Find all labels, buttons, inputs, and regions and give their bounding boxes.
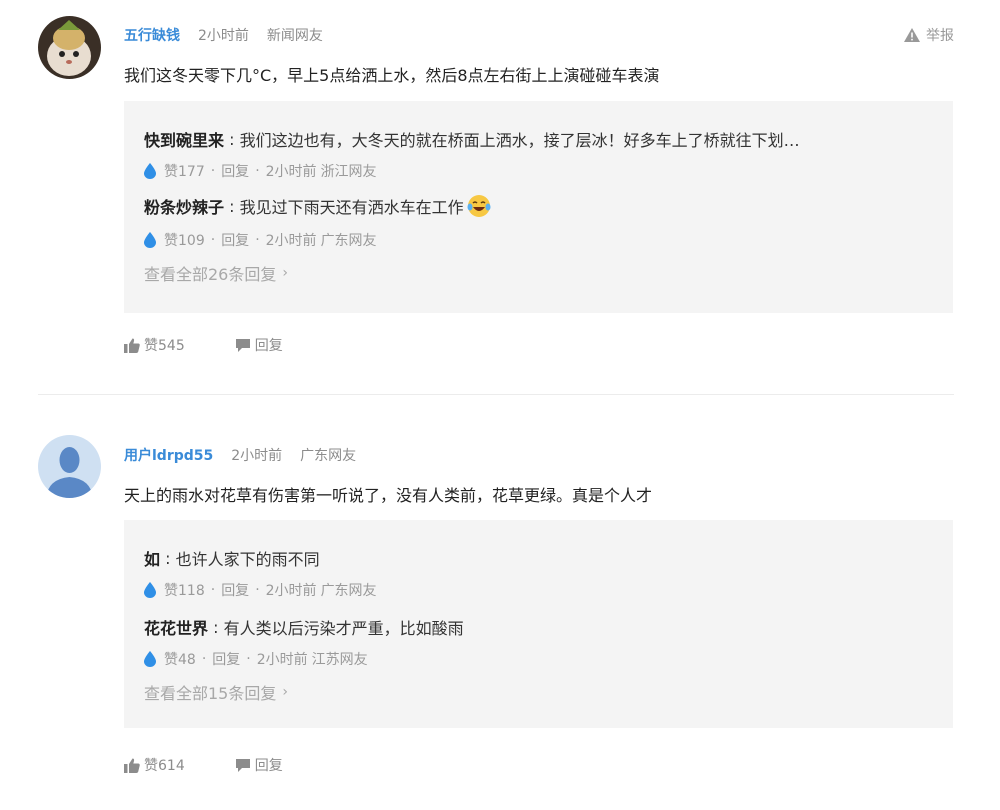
comment-time: 2小时前 [198, 28, 249, 44]
reply-location: 广东网友 [320, 233, 377, 249]
comment-location: 广东网友 [300, 448, 357, 464]
report-label: 举报 [926, 28, 954, 44]
reply-label: 回复 [254, 758, 283, 774]
comment-actions: 赞545 回复 [124, 335, 333, 355]
reply-reply-button[interactable]: 回复 [221, 161, 249, 181]
like-count: 赞545 [144, 338, 185, 354]
comment-header: 用户ldrpd55 2小时前 广东网友 [124, 444, 356, 466]
reply-likes[interactable]: 赞177 [164, 161, 205, 181]
comment-1: 五行缺钱 2小时前 新闻网友 举报 我们这冬天零下几°C，早上5点给洒上水，然后… [0, 0, 1000, 395]
like-count: 赞614 [144, 758, 185, 774]
water-drop-icon[interactable] [144, 232, 156, 248]
reply-text: 我们这边也有，大冬天的就在桥面上洒水，接了层冰！好多车上了桥就往下划… [239, 131, 800, 150]
reply-1: 快到碗里来 : 我们这边也有，大冬天的就在桥面上洒水，接了层冰！好多车上了桥就往… [144, 127, 800, 151]
thumbs-up-icon [124, 758, 140, 773]
report-button[interactable]: 举报 [904, 24, 954, 46]
reply-meta: 赞118 · 回复 · 2小时前 广东网友 [144, 580, 377, 600]
comment-2: 用户ldrpd55 2小时前 广东网友 天上的雨水对花草有伤害第一听说了，没有人… [0, 395, 1000, 810]
water-drop-icon[interactable] [144, 651, 156, 667]
reply-author[interactable]: 粉条炒辣子 [144, 194, 224, 218]
cat-avatar-icon [38, 16, 101, 79]
chevron-right-icon: › [282, 265, 288, 281]
water-drop-icon[interactable] [144, 163, 156, 179]
reply-time: 2小时前 [265, 233, 317, 249]
avatar[interactable] [38, 435, 101, 498]
username[interactable]: 五行缺钱 [124, 25, 180, 45]
default-user-avatar-icon [38, 435, 101, 498]
reply-reply-button[interactable]: 回复 [221, 580, 249, 600]
like-button[interactable]: 赞545 [124, 335, 185, 355]
speech-bubble-icon [235, 758, 250, 772]
username[interactable]: 用户ldrpd55 [124, 445, 213, 465]
reply-location: 广东网友 [320, 583, 377, 599]
reply-text: 我见过下雨天还有洒水车在工作 [239, 198, 464, 217]
water-drop-icon[interactable] [144, 582, 156, 598]
reply-time: 2小时前 [265, 164, 317, 180]
reply-meta: 赞48 · 回复 · 2小时前 江苏网友 [144, 649, 368, 669]
reply-location: 浙江网友 [320, 164, 377, 180]
reply-meta: 赞177 · 回复 · 2小时前 浙江网友 [144, 161, 377, 181]
reply-reply-button[interactable]: 回复 [212, 649, 240, 669]
reply-likes[interactable]: 赞109 [164, 230, 205, 250]
view-all-label: 查看全部15条回复 [144, 684, 277, 703]
view-all-replies-link[interactable]: 查看全部15条回复 › [144, 680, 288, 704]
speech-bubble-icon [235, 338, 250, 352]
view-all-label: 查看全部26条回复 [144, 265, 277, 284]
reply-likes[interactable]: 赞48 [164, 649, 196, 669]
reply-box: 如 : 也许人家下的雨不同 赞118 · 回复 · 2小时前 广东网友 花花世界… [124, 520, 953, 728]
reply-time: 2小时前 [256, 652, 308, 668]
reply-text: 也许人家下的雨不同 [175, 550, 320, 569]
reply-text: 有人类以后污染才严重，比如酸雨 [223, 619, 464, 638]
reply-label: 回复 [254, 338, 283, 354]
comment-content: 天上的雨水对花草有伤害第一听说了，没有人类前，花草更绿。真是个人才 [124, 486, 653, 505]
comment-actions: 赞614 回复 [124, 755, 333, 775]
reply-2: 粉条炒辣子 : 我见过下雨天还有洒水车在工作 [144, 193, 492, 219]
chevron-right-icon: › [282, 684, 288, 700]
reply-author[interactable]: 花花世界 [144, 615, 208, 639]
like-button[interactable]: 赞614 [124, 755, 185, 775]
warning-icon [904, 28, 920, 42]
reply-author[interactable]: 快到碗里来 [144, 127, 224, 151]
reply-1: 如 : 也许人家下的雨不同 [144, 546, 320, 570]
reply-box: 快到碗里来 : 我们这边也有，大冬天的就在桥面上洒水，接了层冰！好多车上了桥就往… [124, 101, 953, 313]
view-all-replies-link[interactable]: 查看全部26条回复 › [144, 261, 288, 285]
comment-content: 我们这冬天零下几°C，早上5点给洒上水，然后8点左右街上上演碰碰车表演 [124, 66, 660, 85]
reply-author[interactable]: 如 [144, 546, 160, 570]
thumbs-up-icon [124, 338, 140, 353]
avatar[interactable] [38, 16, 101, 79]
reply-button[interactable]: 回复 [235, 755, 283, 775]
comment-time: 2小时前 [231, 448, 283, 464]
reply-button[interactable]: 回复 [235, 335, 283, 355]
reply-time: 2小时前 [265, 583, 317, 599]
reply-2: 花花世界 : 有人类以后污染才严重，比如酸雨 [144, 615, 464, 639]
comment-header: 五行缺钱 2小时前 新闻网友 [124, 24, 323, 46]
laughing-tears-emoji [467, 195, 491, 217]
reply-meta: 赞109 · 回复 · 2小时前 广东网友 [144, 230, 377, 250]
reply-reply-button[interactable]: 回复 [221, 230, 249, 250]
reply-likes[interactable]: 赞118 [164, 580, 205, 600]
reply-colon: : [224, 129, 240, 149]
comment-location: 新闻网友 [266, 28, 323, 44]
reply-location: 江苏网友 [311, 652, 368, 668]
